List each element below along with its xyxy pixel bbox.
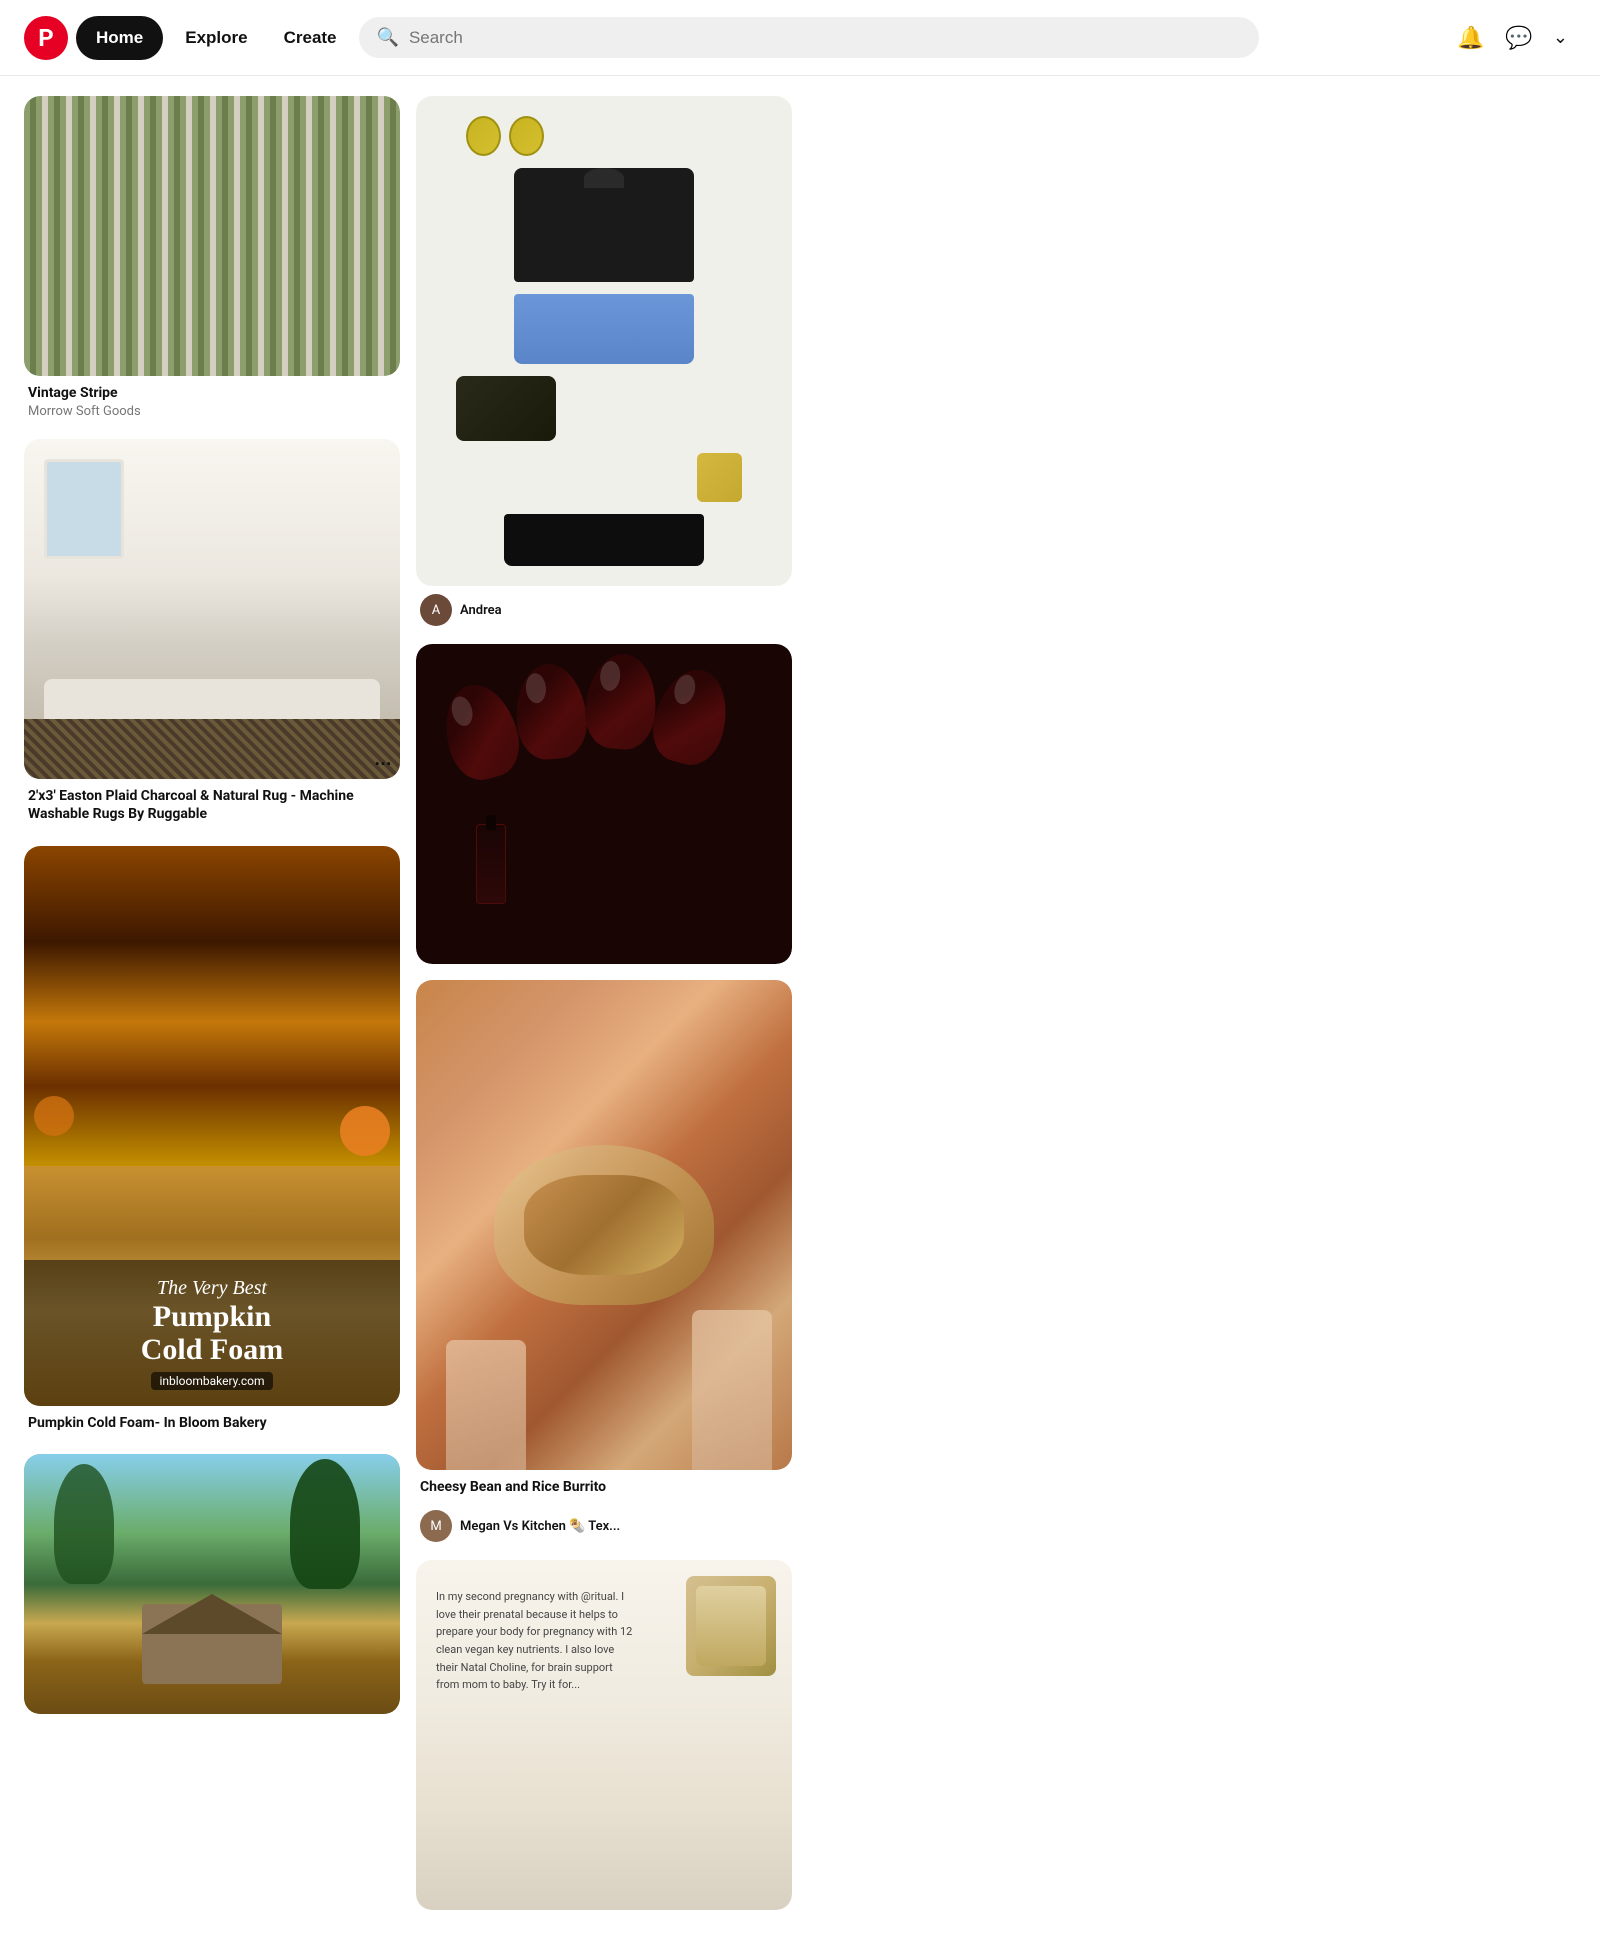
pin-pumpkin-drink-top (24, 846, 400, 1166)
pin-fashion-author: A Andrea (416, 586, 792, 628)
tree-1 (54, 1464, 114, 1584)
pin-nails-image (416, 644, 792, 964)
fashion-shoes (504, 514, 704, 567)
pin-pumpkin-cursive-text: The Very Best (40, 1276, 384, 1300)
pin-vintage-stripe-title: Vintage Stripe (28, 384, 396, 402)
lr-rug-decor (24, 719, 400, 779)
messages-button[interactable]: 💬 (1497, 16, 1541, 60)
pins-grid: Vintage Stripe Morrow Soft Goods 2'x3' E… (0, 76, 1600, 1946)
pin-pumpkin-info: Pumpkin Cold Foam- In Bloom Bakery (24, 1406, 400, 1438)
fashion-bag (456, 376, 556, 442)
pin-nails[interactable] (416, 644, 792, 964)
supplement-bottle (686, 1576, 776, 1676)
pin-fashion[interactable]: A Andrea (416, 96, 792, 628)
pumpkin-decor-2 (34, 1096, 74, 1136)
pin-rug[interactable]: 2'x3' Easton Plaid Charcoal & Natural Ru… (24, 439, 400, 829)
pin-vintage-stripe-subtitle: Morrow Soft Goods (28, 404, 396, 419)
search-bar[interactable]: 🔍 (359, 17, 1259, 58)
nail-shine-4 (671, 672, 698, 706)
supplement-text: In my second pregnancy with @ritual. I l… (436, 1588, 636, 1694)
pin-supplement-image: In my second pregnancy with @ritual. I l… (416, 1560, 792, 1910)
nail-1 (435, 677, 527, 787)
bottle-cap (486, 815, 496, 830)
lr-window-decor (44, 459, 124, 559)
pin-burrito-info: Cheesy Bean and Rice Burrito (416, 1470, 792, 1502)
pin-vintage-stripe-image (24, 96, 400, 376)
pin-burrito-author-name: Megan Vs Kitchen 🌯 Tex... (460, 1519, 620, 1534)
search-input[interactable] (409, 28, 1241, 48)
nail-2 (512, 661, 590, 762)
pin-burrito-image (416, 980, 792, 1470)
header: P Home Explore Create 🔍 🔔 💬 ⌄ (0, 0, 1600, 76)
nav-home-button[interactable]: Home (76, 16, 163, 60)
pin-rug-image (24, 439, 400, 779)
pin-pumpkin-bold-text2: Cold Foam (40, 1333, 384, 1366)
nav-explore-button[interactable]: Explore (171, 16, 261, 60)
pin-pumpkin-title: Pumpkin Cold Foam- In Bloom Bakery (28, 1414, 396, 1432)
fashion-earrings-group (466, 116, 544, 156)
fashion-shorts (514, 294, 694, 364)
top-neckline (584, 168, 624, 188)
earring-right (509, 116, 544, 156)
pin-fashion-avatar: A (420, 594, 452, 626)
hand-right (692, 1310, 772, 1470)
nav-create-button[interactable]: Create (270, 16, 351, 60)
nail-polish-bottle (476, 824, 506, 904)
fashion-watch (697, 453, 742, 501)
pin-rug-title: 2'x3' Easton Plaid Charcoal & Natural Ru… (28, 787, 396, 823)
pin-vintage-stripe-info: Vintage Stripe Morrow Soft Goods (24, 376, 400, 423)
nail-3 (582, 651, 660, 752)
profile-menu-button[interactable]: ⌄ (1545, 19, 1576, 56)
pin-burrito-title: Cheesy Bean and Rice Burrito (420, 1478, 788, 1496)
pin-house-image (24, 1454, 400, 1714)
pin-pumpkin-site-text: inbloombakery.com (151, 1372, 272, 1390)
pin-rug-info: 2'x3' Easton Plaid Charcoal & Natural Ru… (24, 779, 400, 829)
burrito-cross (494, 1145, 714, 1305)
hand-left (446, 1340, 526, 1470)
pin-vintage-stripe[interactable]: Vintage Stripe Morrow Soft Goods (24, 96, 400, 423)
nail-shine-2 (525, 672, 548, 704)
bell-icon: 🔔 (1457, 25, 1484, 51)
notifications-button[interactable]: 🔔 (1449, 16, 1493, 60)
pumpkin-decor-1 (340, 1106, 390, 1156)
pin-pumpkin-bold-text1: Pumpkin (40, 1300, 384, 1333)
message-icon: 💬 (1505, 25, 1532, 51)
header-icons: 🔔 💬 ⌄ (1449, 16, 1576, 60)
pin-burrito[interactable]: Cheesy Bean and Rice Burrito M Megan Vs … (416, 980, 792, 1544)
nail-shine-3 (599, 660, 622, 692)
pinterest-logo[interactable]: P (24, 16, 68, 60)
nail-4 (645, 662, 737, 772)
fashion-top (514, 168, 694, 282)
pin-fashion-image (416, 96, 792, 586)
pin-burrito-avatar: M (420, 1510, 452, 1542)
nail-shine-1 (449, 694, 476, 728)
pin-supplement[interactable]: In my second pregnancy with @ritual. I l… (416, 1560, 792, 1910)
pin-fashion-author-name: Andrea (460, 603, 502, 618)
tree-2 (290, 1459, 360, 1589)
chevron-down-icon: ⌄ (1553, 27, 1568, 47)
pin-burrito-author: M Megan Vs Kitchen 🌯 Tex... (416, 1502, 792, 1544)
pin-house[interactable] (24, 1454, 400, 1714)
pin-pumpkin-cold-foam[interactable]: The Very Best Pumpkin Cold Foam inbloomb… (24, 846, 400, 1438)
burrito-filling (524, 1175, 684, 1275)
bottle-body (696, 1586, 766, 1666)
search-icon: 🔍 (377, 27, 399, 48)
roof (142, 1594, 282, 1634)
pin-rug-more-button[interactable]: … (374, 749, 392, 770)
earring-left (466, 116, 501, 156)
pin-pumpkin-overlay: The Very Best Pumpkin Cold Foam inbloomb… (24, 1260, 400, 1406)
house-scene (24, 1454, 400, 1714)
